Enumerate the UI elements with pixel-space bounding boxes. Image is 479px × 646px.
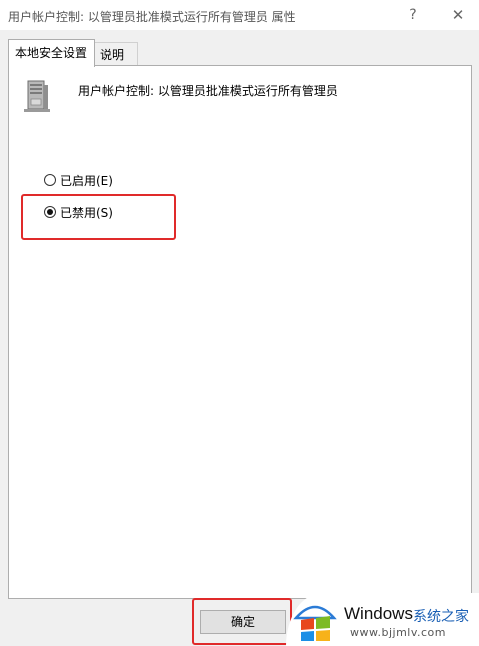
help-button[interactable]: ? [401,4,425,26]
tab-panel [8,65,472,599]
tab-local-security-setting[interactable]: 本地安全设置 [8,39,95,67]
window-title: 用户帐户控制: 以管理员批准模式运行所有管理员 属性 [8,10,296,24]
radio-enabled-circle[interactable] [44,174,56,186]
highlight-box-ok-button [192,598,292,645]
watermark-url: www.bjjmlv.com [350,626,446,639]
watermark-site-name: 系统之家 [413,609,469,625]
title-bar: 用户帐户控制: 以管理员批准模式运行所有管理员 属性 ? ✕ [0,0,479,30]
highlight-box-disabled-option [21,194,176,240]
radio-enabled[interactable]: 已启用(E) [44,171,113,189]
watermark-brand: Windows [344,604,413,623]
tab-explain[interactable]: 说明 [94,42,138,66]
close-button[interactable]: ✕ [446,4,470,26]
radio-enabled-label: 已启用(E) [60,173,113,188]
policy-name: 用户帐户控制: 以管理员批准模式运行所有管理员 [78,84,338,98]
server-policy-icon [22,79,52,113]
windows-logo-icon [293,598,337,642]
